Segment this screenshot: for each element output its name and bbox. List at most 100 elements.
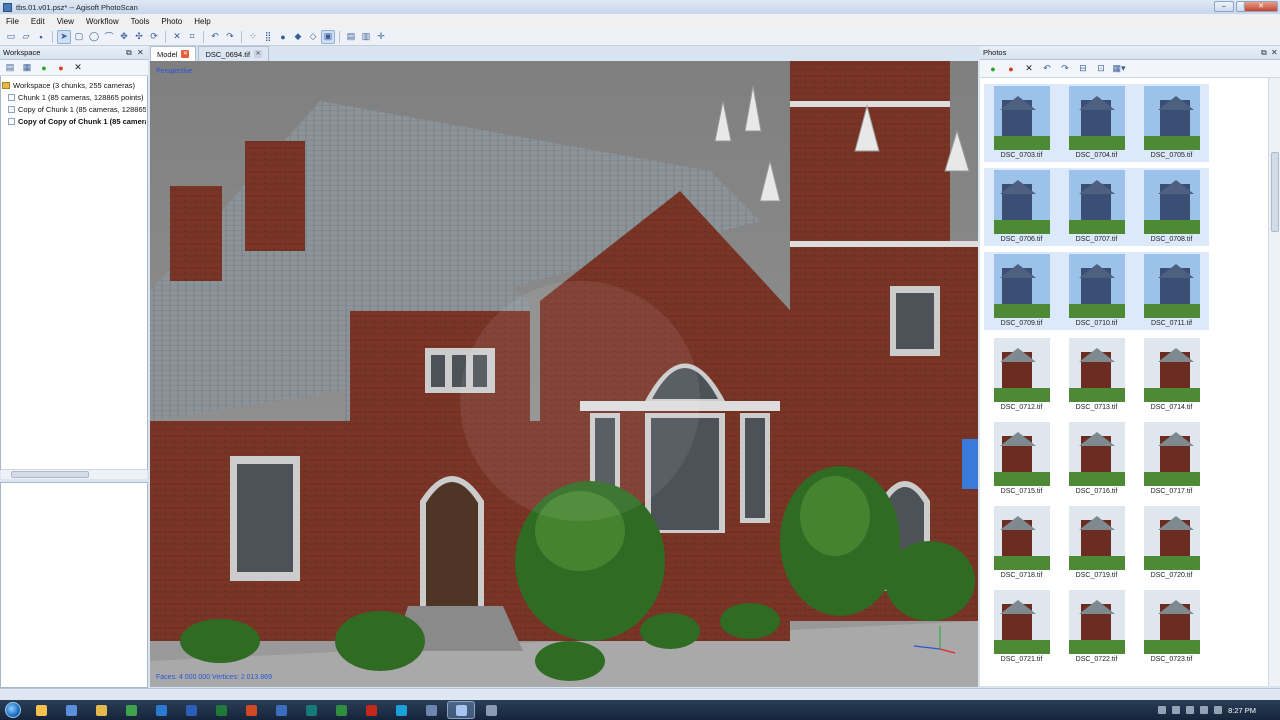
- menu-tools[interactable]: Tools: [125, 17, 156, 26]
- photo-thumbnail[interactable]: DSC_0723.tif: [1134, 588, 1209, 666]
- photo-thumbnail[interactable]: DSC_0713.tif: [1059, 336, 1134, 414]
- pointer-icon[interactable]: ➤: [57, 29, 71, 44]
- axes-icon[interactable]: ✛: [374, 30, 388, 44]
- taskbar-publisher[interactable]: [297, 701, 325, 719]
- tray-arrow-icon[interactable]: [1158, 706, 1167, 714]
- redo-icon[interactable]: ↷: [223, 30, 237, 44]
- photo-thumbnail[interactable]: DSC_0708.tif: [1134, 168, 1209, 246]
- taskbar-excel[interactable]: [207, 701, 235, 719]
- expand-icon[interactable]: [8, 117, 15, 125]
- clock[interactable]: 8:27 PM: [1228, 706, 1256, 715]
- filter-icon[interactable]: ⊡: [1094, 62, 1108, 76]
- float-panel-icon[interactable]: ⧉: [126, 48, 132, 58]
- photo-thumbnail[interactable]: DSC_0711.tif: [1134, 252, 1209, 330]
- photo-thumbnail[interactable]: DSC_0715.tif: [984, 420, 1059, 498]
- save-icon[interactable]: ▪: [34, 30, 48, 44]
- taskbar-media-player[interactable]: [57, 701, 85, 719]
- enable-camera-icon[interactable]: ●: [986, 62, 1000, 76]
- workspace-scrollbar[interactable]: [1, 469, 147, 479]
- disable-camera-icon[interactable]: ●: [1004, 62, 1018, 76]
- free-select-icon[interactable]: ⌒: [102, 30, 116, 44]
- solid-icon[interactable]: ●: [276, 30, 290, 44]
- rotate-icon[interactable]: ⟳: [147, 30, 161, 44]
- rotate-right-icon[interactable]: ↷: [1058, 62, 1072, 76]
- photo-thumbnail[interactable]: DSC_0704.tif: [1059, 84, 1134, 162]
- textured-icon[interactable]: ▣: [321, 29, 335, 44]
- taskbar-photoscan-active[interactable]: [447, 701, 475, 719]
- menu-workflow[interactable]: Workflow: [80, 17, 125, 26]
- rect-select-icon[interactable]: ▢: [72, 30, 86, 44]
- photo-thumbnail[interactable]: DSC_0710.tif: [1059, 252, 1134, 330]
- ellipse-select-icon[interactable]: ◯: [87, 30, 101, 44]
- close-window-button[interactable]: ✕: [1244, 1, 1278, 12]
- disable-icon[interactable]: ●: [54, 61, 68, 75]
- photo-thumbnail[interactable]: DSC_0719.tif: [1059, 504, 1134, 582]
- float-panel-icon[interactable]: ⧉: [1261, 48, 1267, 58]
- close-panel-icon[interactable]: ✕: [1271, 48, 1278, 57]
- photo-thumbnail[interactable]: DSC_0714.tif: [1134, 336, 1209, 414]
- undo-icon[interactable]: ↶: [208, 30, 222, 44]
- crop-icon[interactable]: ⌗: [185, 30, 199, 44]
- taskbar-skype[interactable]: [387, 701, 415, 719]
- taskbar-folder[interactable]: [87, 701, 115, 719]
- delete-icon[interactable]: ✕: [170, 30, 184, 44]
- chunk-item[interactable]: Chunk 1 (85 cameras, 128865 points): [2, 91, 146, 103]
- photo-thumbnail[interactable]: DSC_0712.tif: [984, 336, 1059, 414]
- taskbar-powerpoint[interactable]: [237, 701, 265, 719]
- scrollbar-thumb[interactable]: [11, 471, 89, 478]
- close-tab-icon[interactable]: ✕: [254, 50, 263, 58]
- taskbar-misc[interactable]: [477, 701, 505, 719]
- taskbar-explorer[interactable]: [27, 701, 55, 719]
- enable-icon[interactable]: ●: [37, 61, 51, 75]
- chunk-item[interactable]: Copy of Copy of Chunk 1 (85 cameras): [2, 115, 146, 127]
- taskbar-project[interactable]: [327, 701, 355, 719]
- rotate-left-icon[interactable]: ↶: [1040, 62, 1054, 76]
- taskbar-remote[interactable]: [417, 701, 445, 719]
- wireframe-icon[interactable]: ◇: [306, 30, 320, 44]
- taskbar-word[interactable]: [177, 701, 205, 719]
- menu-photo[interactable]: Photo: [155, 17, 188, 26]
- scrollbar-thumb[interactable]: [1271, 152, 1279, 232]
- remove-camera-icon[interactable]: ✕: [1022, 62, 1036, 76]
- expand-icon[interactable]: [8, 93, 15, 101]
- tray-monitor-icon[interactable]: [1186, 706, 1195, 714]
- photo-thumbnail[interactable]: DSC_0709.tif: [984, 252, 1059, 330]
- dense-cloud-icon[interactable]: ⣿: [261, 30, 275, 44]
- tab-photo[interactable]: DSC_0694.tif ✕: [198, 46, 270, 61]
- network-icon[interactable]: [1200, 706, 1209, 714]
- photos-scrollbar[interactable]: [1268, 78, 1280, 686]
- remove-icon[interactable]: ✕: [71, 61, 85, 75]
- navigate-icon[interactable]: ✥: [117, 30, 131, 44]
- photo-thumbnail[interactable]: DSC_0722.tif: [1059, 588, 1134, 666]
- reset-filter-icon[interactable]: ⊟: [1076, 62, 1090, 76]
- start-button[interactable]: [0, 700, 26, 720]
- move-icon[interactable]: ✣: [132, 30, 146, 44]
- taskbar-chrome[interactable]: [117, 701, 145, 719]
- photo-thumbnail[interactable]: DSC_0703.tif: [984, 84, 1059, 162]
- menu-view[interactable]: View: [51, 17, 80, 26]
- workspace-root[interactable]: Workspace (3 chunks, 255 cameras): [2, 79, 146, 91]
- cameras-icon[interactable]: ▤: [344, 30, 358, 44]
- minimize-button[interactable]: –: [1214, 1, 1234, 12]
- photo-thumbnail[interactable]: DSC_0721.tif: [984, 588, 1059, 666]
- photo-thumbnail[interactable]: DSC_0720.tif: [1134, 504, 1209, 582]
- tray-flag-icon[interactable]: [1172, 706, 1181, 714]
- photo-thumbnail[interactable]: DSC_0706.tif: [984, 168, 1059, 246]
- photo-thumbnail[interactable]: DSC_0717.tif: [1134, 420, 1209, 498]
- taskbar-outlook[interactable]: [147, 701, 175, 719]
- menu-help[interactable]: Help: [188, 17, 216, 26]
- model-viewport[interactable]: Perspective Faces: 4 000 000 Vertices: 2…: [150, 61, 978, 687]
- taskbar-photoscan[interactable]: [267, 701, 295, 719]
- photo-thumbnail[interactable]: DSC_0716.tif: [1059, 420, 1134, 498]
- shaded-icon[interactable]: ◆: [291, 30, 305, 44]
- volume-icon[interactable]: [1214, 706, 1223, 714]
- region-icon[interactable]: ▥: [359, 30, 373, 44]
- photo-thumbnail[interactable]: DSC_0707.tif: [1059, 168, 1134, 246]
- photo-thumbnail[interactable]: DSC_0705.tif: [1134, 84, 1209, 162]
- grid-icon[interactable]: ⁘: [246, 30, 260, 44]
- open-icon[interactable]: ▱: [19, 30, 33, 44]
- new-icon[interactable]: ▭: [4, 30, 18, 44]
- expand-icon[interactable]: [8, 105, 15, 113]
- photo-thumbnail[interactable]: DSC_0718.tif: [984, 504, 1059, 582]
- view-mode-icon[interactable]: ▦▾: [1112, 62, 1126, 76]
